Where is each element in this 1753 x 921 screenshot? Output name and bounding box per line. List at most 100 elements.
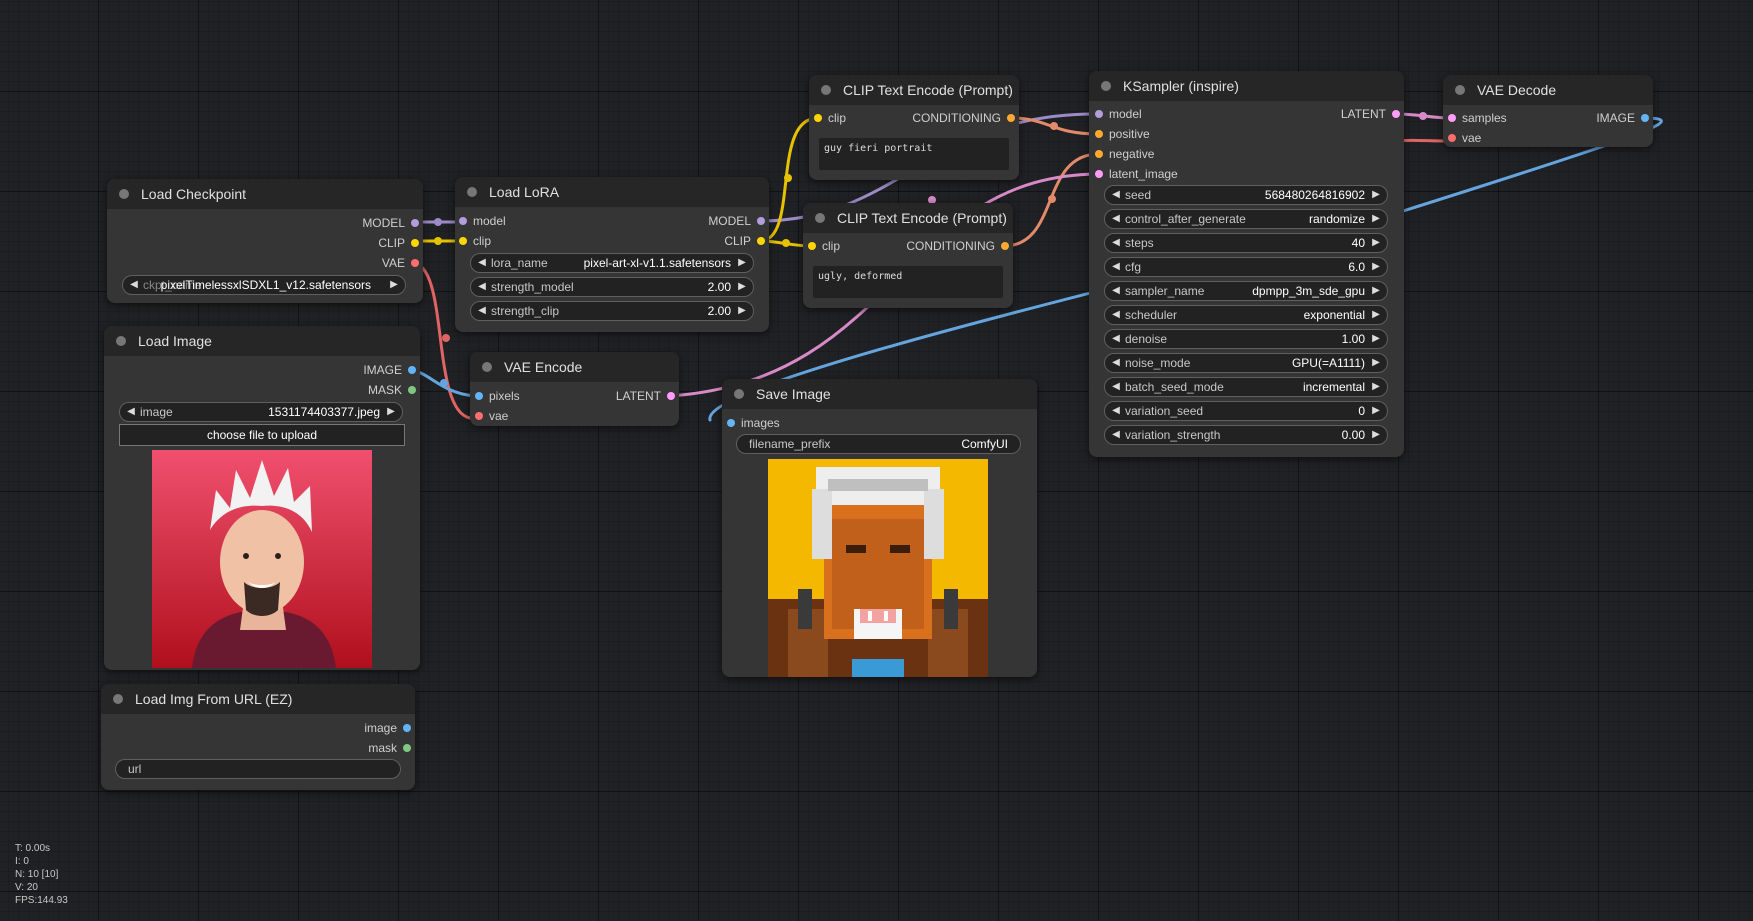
arrow-left-icon[interactable]: ◀	[1109, 330, 1123, 348]
pin-icon[interactable]	[757, 217, 765, 225]
choose-file-button[interactable]: choose file to upload	[119, 424, 405, 446]
arrow-right-icon[interactable]: ▶	[735, 278, 749, 296]
pin-icon[interactable]	[1448, 134, 1456, 142]
arrow-right-icon[interactable]: ▶	[735, 254, 749, 272]
pin-icon[interactable]	[667, 392, 675, 400]
cfg-widget[interactable]: ◀ cfg 6.0 ▶	[1104, 257, 1388, 277]
pin-icon[interactable]	[1095, 110, 1103, 118]
url-input[interactable]: url	[115, 759, 401, 779]
output-model[interactable]: MODEL	[708, 214, 765, 228]
lora-name-combo[interactable]: ◀ lora_name pixel-art-xl-v1.1.safetensor…	[470, 253, 754, 273]
pin-icon[interactable]	[1641, 114, 1649, 122]
output-conditioning[interactable]: CONDITIONING	[906, 239, 1009, 253]
arrow-left-icon[interactable]: ◀	[1109, 210, 1123, 228]
output-model[interactable]: MODEL	[362, 216, 419, 230]
node-vae-decode[interactable]: VAE Decode samples vae IMAGE	[1443, 75, 1653, 147]
input-pixels[interactable]: pixels	[475, 389, 520, 403]
pin-icon[interactable]	[1095, 130, 1103, 138]
input-samples[interactable]: samples	[1448, 111, 1507, 125]
node-title-bar[interactable]: CLIP Text Encode (Prompt)	[803, 203, 1013, 233]
pin-icon[interactable]	[808, 242, 816, 250]
input-latent-image[interactable]: latent_image	[1095, 167, 1178, 181]
sampler-name-widget[interactable]: ◀ sampler_name dpmpp_3m_sde_gpu ▶	[1104, 281, 1388, 301]
node-title-bar[interactable]: Save Image	[722, 379, 1037, 409]
node-save-image[interactable]: Save Image images filename_prefix ComfyU…	[722, 379, 1037, 677]
node-load-lora[interactable]: Load LoRA model clip MODEL CLIP ◀ lora_n…	[455, 177, 769, 332]
arrow-right-icon[interactable]: ▶	[1369, 186, 1383, 204]
arrow-right-icon[interactable]: ▶	[384, 403, 398, 421]
node-title-bar[interactable]: VAE Encode	[470, 352, 679, 382]
arrow-right-icon[interactable]: ▶	[1369, 378, 1383, 396]
collapse-dot-icon[interactable]	[1455, 85, 1465, 95]
collapse-dot-icon[interactable]	[734, 389, 744, 399]
prompt-textarea[interactable]: ugly, deformed	[813, 266, 1003, 298]
arrow-right-icon[interactable]: ▶	[1369, 306, 1383, 324]
pin-icon[interactable]	[403, 724, 411, 732]
arrow-right-icon[interactable]: ▶	[387, 276, 401, 294]
arrow-left-icon[interactable]: ◀	[1109, 234, 1123, 252]
collapse-dot-icon[interactable]	[113, 694, 123, 704]
output-vae[interactable]: VAE	[382, 256, 419, 270]
arrow-right-icon[interactable]: ▶	[1369, 330, 1383, 348]
prompt-textarea[interactable]: guy fieri portrait	[819, 138, 1009, 170]
output-latent[interactable]: LATENT	[1341, 107, 1400, 121]
pin-icon[interactable]	[411, 239, 419, 247]
collapse-dot-icon[interactable]	[116, 336, 126, 346]
arrow-left-icon[interactable]: ◀	[1109, 378, 1123, 396]
output-conditioning[interactable]: CONDITIONING	[912, 111, 1015, 125]
pin-icon[interactable]	[1448, 114, 1456, 122]
node-title-bar[interactable]: Load LoRA	[455, 177, 769, 207]
output-clip[interactable]: CLIP	[378, 236, 419, 250]
node-load-img-from-url[interactable]: Load Img From URL (EZ) image mask url	[101, 684, 415, 790]
output-clip[interactable]: CLIP	[724, 234, 765, 248]
variation-seed-widget[interactable]: ◀ variation_seed 0 ▶	[1104, 401, 1388, 421]
arrow-left-icon[interactable]: ◀	[1109, 258, 1123, 276]
pin-icon[interactable]	[459, 237, 467, 245]
input-vae[interactable]: vae	[475, 409, 508, 423]
noise-mode-widget[interactable]: ◀ noise_mode GPU(=A1111) ▶	[1104, 353, 1388, 373]
output-image[interactable]: IMAGE	[1596, 111, 1649, 125]
control-after-generate-widget[interactable]: ◀ control_after_generate randomize ▶	[1104, 209, 1388, 229]
arrow-left-icon[interactable]: ◀	[1109, 354, 1123, 372]
arrow-left-icon[interactable]: ◀	[127, 276, 141, 294]
image-combo[interactable]: ◀ image 1531174403377.jpeg ▶	[119, 402, 403, 422]
arrow-left-icon[interactable]: ◀	[1109, 306, 1123, 324]
scheduler-widget[interactable]: ◀ scheduler exponential ▶	[1104, 305, 1388, 325]
ckpt-name-combo[interactable]: ◀ ckpt_name pixelTimelessxlSDXL1_v12.saf…	[122, 275, 406, 295]
collapse-dot-icon[interactable]	[821, 85, 831, 95]
arrow-right-icon[interactable]: ▶	[1369, 258, 1383, 276]
output-mask[interactable]: mask	[368, 741, 411, 755]
arrow-left-icon[interactable]: ◀	[1109, 186, 1123, 204]
collapse-dot-icon[interactable]	[1101, 81, 1111, 91]
input-model[interactable]: model	[1095, 107, 1142, 121]
collapse-dot-icon[interactable]	[482, 362, 492, 372]
input-clip[interactable]: clip	[808, 239, 840, 253]
arrow-left-icon[interactable]: ◀	[475, 302, 489, 320]
strength-model-number[interactable]: ◀ strength_model 2.00 ▶	[470, 277, 754, 297]
output-mask[interactable]: MASK	[368, 383, 416, 397]
arrow-left-icon[interactable]: ◀	[1109, 282, 1123, 300]
collapse-dot-icon[interactable]	[467, 187, 477, 197]
input-model[interactable]: model	[459, 214, 506, 228]
input-vae[interactable]: vae	[1448, 131, 1481, 145]
strength-clip-number[interactable]: ◀ strength_clip 2.00 ▶	[470, 301, 754, 321]
pin-icon[interactable]	[1095, 150, 1103, 158]
node-load-checkpoint[interactable]: Load Checkpoint MODEL CLIP VAE ◀ ckpt_na…	[107, 179, 423, 303]
output-image[interactable]: image	[364, 721, 411, 735]
pin-icon[interactable]	[757, 237, 765, 245]
pin-icon[interactable]	[727, 419, 735, 427]
input-clip[interactable]: clip	[814, 111, 846, 125]
pin-icon[interactable]	[408, 386, 416, 394]
node-load-image[interactable]: Load Image IMAGE MASK ◀ image 1531174403…	[104, 326, 420, 670]
node-clip-text-encode-positive[interactable]: CLIP Text Encode (Prompt) clip CONDITION…	[809, 75, 1019, 180]
pin-icon[interactable]	[1007, 114, 1015, 122]
pin-icon[interactable]	[475, 412, 483, 420]
node-title-bar[interactable]: Load Image	[104, 326, 420, 356]
output-image[interactable]: IMAGE	[363, 363, 416, 377]
node-clip-text-encode-negative[interactable]: CLIP Text Encode (Prompt) clip CONDITION…	[803, 203, 1013, 308]
arrow-left-icon[interactable]: ◀	[475, 254, 489, 272]
pin-icon[interactable]	[814, 114, 822, 122]
arrow-right-icon[interactable]: ▶	[1369, 234, 1383, 252]
node-vae-encode[interactable]: VAE Encode pixels vae LATENT	[470, 352, 679, 426]
arrow-left-icon[interactable]: ◀	[124, 403, 138, 421]
